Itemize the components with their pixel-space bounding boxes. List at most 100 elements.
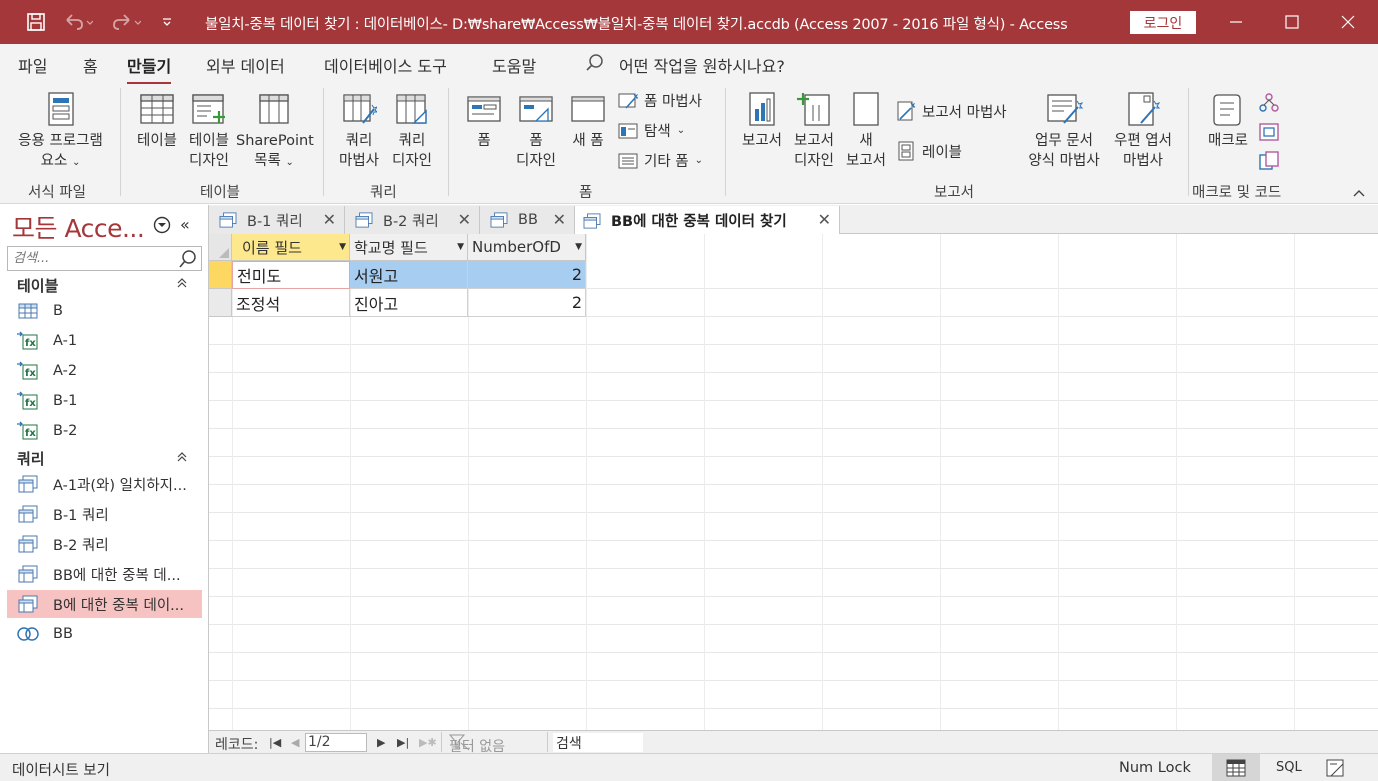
sql-view-button[interactable]: SQL (1276, 760, 1302, 775)
class-module-icon[interactable] (1258, 121, 1280, 147)
table-cell[interactable]: 전미도 (232, 261, 350, 289)
group-label-reports: 보고서 (934, 185, 975, 201)
table-cell[interactable]: 2 (468, 289, 586, 317)
report-wizard-icon (897, 101, 916, 121)
last-record-icon[interactable]: ▶| (397, 736, 409, 749)
search-icon[interactable] (178, 249, 198, 273)
doc-tab-b1-query[interactable]: B-1 쿼리 ✕ (209, 206, 345, 234)
customize-toolbar-icon[interactable] (155, 0, 179, 44)
dropdown-arrow-icon[interactable]: ▼ (575, 242, 582, 252)
dropdown-arrow-icon[interactable]: ▼ (457, 242, 464, 252)
nav-query-b2[interactable]: B-2 쿼리 (7, 530, 202, 558)
doc-tab-bb[interactable]: BB ✕ (480, 206, 575, 234)
dropdown-arrow-icon[interactable]: ▼ (339, 242, 346, 252)
table-cell[interactable]: 2 (468, 261, 586, 289)
tab-file[interactable]: 파일 (18, 53, 47, 77)
report-button[interactable]: 보고서 (738, 91, 786, 151)
nav-query-a1-unmatched[interactable]: A-1과(와) 일치하지... (7, 470, 202, 498)
nav-query-bb-duplicates[interactable]: BB에 대한 중복 데... (7, 560, 202, 588)
first-record-icon[interactable]: |◀ (269, 736, 281, 749)
design-view-button[interactable] (1325, 758, 1347, 781)
nav-table-b2[interactable]: fx B-2 (7, 417, 202, 445)
doc-tab-b2-query[interactable]: B-2 쿼리 ✕ (345, 206, 480, 234)
record-search-input[interactable]: 검색 (553, 733, 643, 752)
table-cell[interactable]: 서원고 (350, 261, 468, 289)
collapse-pane-icon[interactable]: « (180, 215, 190, 234)
nav-menu-icon[interactable] (152, 215, 172, 239)
column-header-school[interactable]: 학교명 필드 ▼ (350, 234, 468, 261)
column-header-count[interactable]: NumberOfD ▼ (468, 234, 586, 261)
more-forms-button[interactable]: 기타 폼 ⌄ (618, 150, 703, 171)
prev-record-icon[interactable]: ◀ (291, 736, 299, 749)
form-design-button[interactable]: 폼 디자인 (512, 91, 560, 171)
table-cell[interactable]: 진아고 (350, 289, 468, 317)
redo-icon[interactable] (106, 0, 146, 44)
tab-home[interactable]: 홈 (83, 53, 98, 77)
labels-button[interactable]: 레이블 (896, 140, 962, 162)
query-wizard-button[interactable]: 쿼리 마법사 (335, 91, 383, 171)
row-selector[interactable] (209, 261, 232, 289)
nav-title[interactable]: 모든 Acce... (12, 209, 145, 245)
macro-button[interactable]: 매크로 (1200, 91, 1256, 151)
report-wizard-button[interactable]: 보고서 마법사 (896, 100, 1007, 122)
application-parts-button[interactable]: 응용 프로그램 요소 ⌄ (12, 91, 109, 173)
module-icon[interactable] (1258, 92, 1280, 118)
tab-database-tools[interactable]: 데이터베이스 도구 (324, 53, 447, 77)
table-button[interactable]: 테이블 (133, 91, 181, 151)
nav-query-b1[interactable]: B-1 쿼리 (7, 500, 202, 528)
chevron-up-icon[interactable] (176, 451, 188, 467)
report-design-label-2: 디자인 (793, 153, 835, 169)
report-design-label: 보고서 (793, 133, 835, 149)
filter-status[interactable]: 필터 없음 (449, 733, 505, 755)
form-wizard-button[interactable]: 폼 마법사 (618, 90, 702, 111)
design-view-icon (1326, 759, 1344, 777)
nav-table-b1[interactable]: fx B-1 (7, 387, 202, 415)
column-header-name[interactable]: 이름 필드 ▼ (232, 234, 350, 261)
nav-table-a2[interactable]: fx A-2 (7, 357, 202, 385)
table-design-button[interactable]: 테이블 디자인 (185, 91, 233, 171)
navigation-button[interactable]: 탐색 ⌄ (618, 120, 685, 141)
maximize-icon[interactable] (1264, 0, 1320, 44)
select-all-corner[interactable] (209, 234, 232, 261)
tab-create[interactable]: 만들기 (127, 53, 172, 85)
nav-query-b-duplicates[interactable]: B에 대한 중복 데이... (7, 590, 202, 618)
save-icon[interactable] (22, 0, 50, 44)
row-selector[interactable] (209, 289, 232, 317)
blank-form-button[interactable]: 새 폼 (566, 91, 610, 151)
tab-help[interactable]: 도움말 (492, 53, 536, 77)
form-button[interactable]: 폼 (462, 91, 506, 151)
login-button[interactable]: 로그인 (1130, 11, 1196, 34)
table-cell[interactable]: 조정석 (232, 289, 350, 317)
undo-icon[interactable] (58, 0, 98, 44)
next-record-icon[interactable]: ▶ (377, 736, 385, 749)
chevron-up-icon[interactable] (176, 277, 188, 292)
query-design-button[interactable]: 쿼리 디자인 (388, 91, 436, 171)
close-tab-icon[interactable]: ✕ (458, 210, 471, 229)
query-design-label-2: 디자인 (391, 153, 433, 169)
blank-report-button[interactable]: 새 보고서 (842, 91, 890, 171)
visual-basic-icon[interactable] (1258, 150, 1280, 176)
new-record-icon[interactable]: ▶✱ (419, 736, 437, 749)
column-header-label: 학교명 필드 (354, 238, 428, 257)
tell-me-box[interactable]: 어떤 작업을 원하시나요? (585, 53, 785, 77)
tab-external-data[interactable]: 외부 데이터 (206, 53, 285, 77)
close-tab-icon[interactable]: ✕ (553, 210, 566, 229)
datasheet-view-button[interactable] (1212, 754, 1260, 781)
nav-group-queries[interactable]: 쿼리 (17, 448, 45, 469)
close-icon[interactable] (1320, 0, 1376, 44)
nav-group-tables[interactable]: 테이블 (17, 275, 58, 296)
doc-tab-bb-duplicates[interactable]: BB에 대한 중복 데이터 찾기 ✕ (575, 206, 840, 235)
report-design-button[interactable]: 보고서 디자인 (790, 91, 838, 171)
nav-query-bb-union[interactable]: BB (7, 620, 202, 648)
record-position-input[interactable]: 1/2 (305, 733, 367, 752)
postcard-wizard-button[interactable]: 우편 엽서 마법사 (1108, 91, 1178, 171)
close-tab-icon[interactable]: ✕ (323, 210, 336, 229)
nav-table-b[interactable]: B (7, 297, 202, 325)
nav-search-input[interactable] (8, 247, 176, 270)
close-tab-icon[interactable]: ✕ (818, 210, 831, 229)
minimize-icon[interactable] (1208, 0, 1264, 44)
sharepoint-list-button[interactable]: SharePoint 목록 ⌄ (236, 91, 314, 173)
nav-table-a1[interactable]: fx A-1 (7, 327, 202, 355)
business-doc-wizard-button[interactable]: 업무 문서 양식 마법사 (1024, 91, 1104, 171)
collapse-ribbon-icon[interactable] (1352, 186, 1366, 202)
